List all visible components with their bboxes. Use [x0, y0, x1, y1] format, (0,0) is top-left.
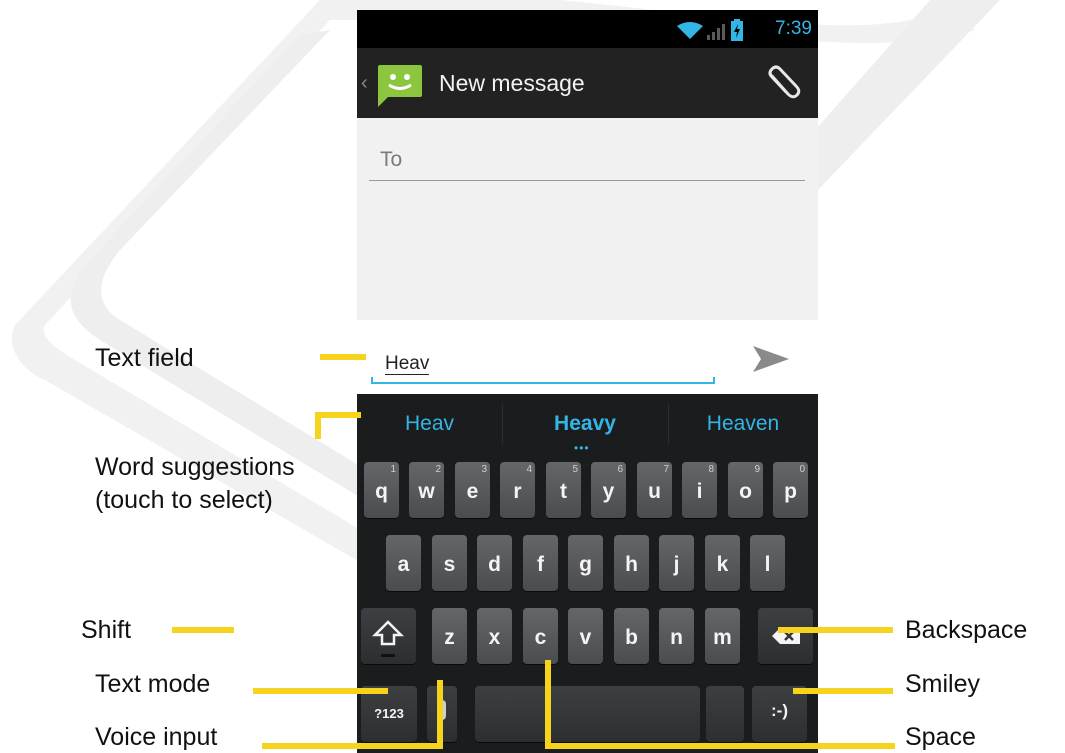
message-row: Heav [357, 320, 818, 394]
to-field[interactable]: To [369, 146, 805, 181]
shift-icon [371, 620, 405, 657]
callout-line-shift [172, 627, 234, 633]
key-s[interactable]: s [432, 535, 467, 591]
key-i[interactable]: 8i [682, 462, 717, 518]
compose-area: To [357, 118, 818, 320]
label-backspace: Backspace [905, 616, 1028, 644]
message-text-field[interactable]: Heav [371, 332, 715, 384]
battery-icon [731, 19, 743, 41]
key-a[interactable]: a [386, 535, 421, 591]
space-key[interactable] [475, 686, 700, 742]
callout-line-suggestions [315, 412, 361, 418]
key-v[interactable]: v [568, 608, 603, 664]
label-word-suggestions: Word suggestions [95, 453, 295, 481]
label-word-suggestions-hint: (touch to select) [95, 486, 273, 514]
key-g[interactable]: g [568, 535, 603, 591]
label-space: Space [905, 723, 976, 751]
key-label: e [466, 480, 479, 503]
callout-line-suggestions-vertical [315, 412, 321, 439]
back-icon[interactable]: ‹ [361, 72, 368, 95]
status-time: 7:39 [775, 18, 812, 39]
key-m[interactable]: m [705, 608, 740, 664]
key-alt-number: 6 [617, 464, 623, 475]
key-w[interactable]: 2w [409, 462, 444, 518]
callout-line-text-mode [253, 688, 388, 694]
callout-line-voice-input [262, 743, 442, 749]
key-alt-number: 8 [708, 464, 714, 475]
key-n[interactable]: n [659, 608, 694, 664]
messaging-app-icon[interactable] [374, 63, 424, 109]
key-x[interactable]: x [477, 608, 512, 664]
key-alt-number: 2 [435, 464, 441, 475]
key-d[interactable]: d [477, 535, 512, 591]
key-alt-number: 5 [572, 464, 578, 475]
label-shift: Shift [81, 616, 132, 644]
key-f[interactable]: f [523, 535, 558, 591]
wifi-icon [677, 22, 703, 39]
callout-line-backspace [778, 627, 893, 633]
callout-line-space [545, 743, 895, 749]
key-z[interactable]: z [432, 608, 467, 664]
key-label: u [648, 480, 661, 503]
key-alt-number: 3 [481, 464, 487, 475]
label-voice-input: Voice input [95, 723, 218, 751]
key-e[interactable]: 3e [455, 462, 490, 518]
key-y[interactable]: 6y [591, 462, 626, 518]
action-bar-title: New message [439, 70, 585, 96]
key-o[interactable]: 9o [728, 462, 763, 518]
key-label: p [784, 480, 797, 503]
backspace-icon [772, 628, 800, 644]
key-alt-number: 9 [754, 464, 760, 475]
key-label: r [513, 480, 522, 503]
period-key[interactable] [706, 686, 744, 742]
key-label: y [602, 480, 615, 503]
key-alt-number: 4 [526, 464, 532, 475]
key-r[interactable]: 4r [500, 462, 535, 518]
key-u[interactable]: 7u [637, 462, 672, 518]
key-label: w [418, 480, 435, 503]
suggestion-1[interactable]: Heav [357, 394, 502, 454]
key-label: i [696, 480, 703, 503]
key-alt-number: 7 [663, 464, 669, 475]
key-t[interactable]: 5t [546, 462, 581, 518]
signal-icon [707, 24, 725, 40]
key-q[interactable]: 1q [364, 462, 399, 518]
key-alt-number: 0 [799, 464, 805, 475]
callout-line-smiley [793, 688, 893, 694]
key-h[interactable]: h [614, 535, 649, 591]
shift-key[interactable] [361, 608, 416, 664]
key-label: t [560, 480, 567, 503]
key-alt-number: 1 [390, 464, 396, 475]
key-label: o [739, 480, 752, 503]
key-label: q [375, 480, 388, 503]
callout-line-space-vertical [545, 660, 551, 749]
key-j[interactable]: j [659, 535, 694, 591]
send-icon[interactable] [751, 344, 791, 374]
backspace-key[interactable] [758, 608, 813, 664]
callout-line-text-field [320, 354, 366, 360]
status-bar: 7:39 [357, 10, 818, 48]
text-mode-key[interactable]: ?123 [361, 686, 417, 742]
to-placeholder: To [380, 148, 403, 171]
smiley-key[interactable]: :-) [752, 686, 807, 742]
attachment-icon[interactable] [762, 64, 802, 104]
key-b[interactable]: b [614, 608, 649, 664]
key-c[interactable]: c [523, 608, 558, 664]
phone-screen: 7:39 ‹ New message To Heav Heav Heavy ••… [357, 10, 818, 753]
suggestion-3[interactable]: Heaven [668, 394, 818, 454]
callout-line-voice-input-vertical [437, 680, 443, 749]
label-text-mode: Text mode [95, 670, 211, 698]
label-text-field: Text field [95, 344, 194, 372]
action-bar: ‹ New message [357, 48, 818, 118]
label-smiley: Smiley [905, 670, 981, 698]
keyboard: Heav Heavy ••• Heaven 1q 2w 3e 4r 5t 6y … [357, 394, 818, 753]
message-text: Heav [385, 353, 430, 375]
key-p[interactable]: 0p [773, 462, 808, 518]
key-k[interactable]: k [705, 535, 740, 591]
key-l[interactable]: l [750, 535, 785, 591]
